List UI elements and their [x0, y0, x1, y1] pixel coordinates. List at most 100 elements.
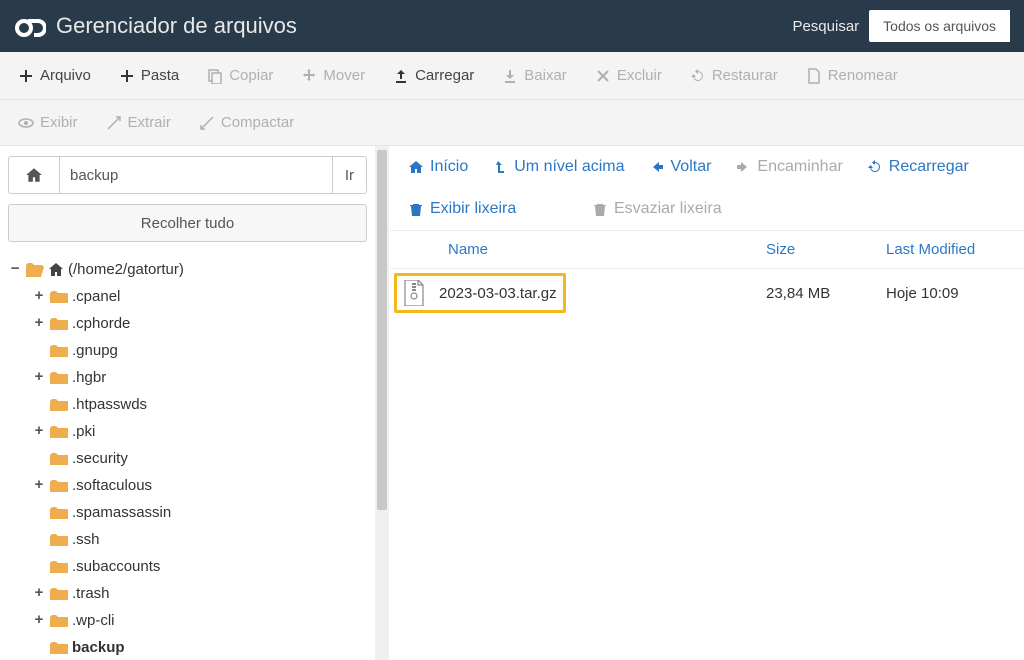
restore-button-label: Restaurar: [712, 67, 778, 84]
tree-item[interactable]: + .pki: [32, 418, 367, 445]
tree-item-label: .wp-cli: [72, 607, 115, 634]
home-icon-button[interactable]: [8, 156, 60, 194]
file-panel: Início Um nível acima Voltar Encaminhar …: [390, 146, 1024, 660]
expand-toggle[interactable]: +: [32, 418, 46, 445]
upload-button-label: Carregar: [415, 67, 474, 84]
download-button-label: Baixar: [524, 67, 567, 84]
tree-item[interactable]: +.cphorde: [32, 310, 367, 337]
home-icon: [408, 159, 424, 175]
delete-button-label: Excluir: [617, 67, 662, 84]
collapse-toggle[interactable]: −: [8, 256, 22, 283]
view-button: Exibir: [4, 104, 92, 141]
secondary-toolbar: Exibir Extrair Compactar: [0, 100, 1024, 146]
rename-button-label: Renomear: [828, 67, 898, 84]
empty-trash-label: Esvaziar lixeira: [614, 200, 722, 218]
delete-button: Excluir: [581, 54, 676, 97]
nav-forward-label: Encaminhar: [757, 158, 842, 176]
col-name[interactable]: Name: [448, 241, 766, 258]
reload-icon: [867, 159, 883, 175]
compress-button: Compactar: [185, 104, 308, 141]
tree-item-label: .pki: [72, 418, 95, 445]
nav-home-label: Início: [430, 158, 468, 176]
extract-icon: [106, 115, 122, 131]
view-button-label: Exibir: [40, 114, 78, 131]
tree-item[interactable]: +.hgbr: [32, 364, 367, 391]
tree-item[interactable]: .subaccounts: [32, 553, 367, 580]
folder-icon: [50, 371, 68, 385]
search-label: Pesquisar: [792, 18, 859, 35]
nav-up-label: Um nível acima: [514, 158, 624, 176]
folder-icon: [50, 398, 68, 412]
expand-toggle[interactable]: +: [32, 283, 46, 310]
expand-toggle[interactable]: +: [32, 310, 46, 337]
restore-icon: [690, 68, 706, 84]
nav-home-button[interactable]: Início: [408, 158, 468, 176]
trash-icon: [592, 201, 608, 217]
nav-reload-label: Recarregar: [889, 158, 969, 176]
file-button[interactable]: Arquivo: [4, 54, 105, 97]
col-modified[interactable]: Last Modified: [886, 241, 1006, 258]
col-size[interactable]: Size: [766, 241, 886, 258]
nav-back-button[interactable]: Voltar: [649, 158, 712, 176]
move-icon: [301, 68, 317, 84]
move-button: Mover: [287, 54, 379, 97]
path-input[interactable]: [60, 156, 333, 194]
collapse-all-button[interactable]: Recolher tudo: [8, 204, 367, 242]
folder-button[interactable]: Pasta: [105, 54, 193, 97]
folder-icon: [50, 560, 68, 574]
archive-file-icon: [403, 280, 425, 306]
expand-toggle[interactable]: +: [32, 364, 46, 391]
home-icon: [48, 263, 64, 277]
tree-root[interactable]: − (/home2/gatortur): [8, 256, 367, 283]
level-up-icon: [492, 159, 508, 175]
folder-icon: [50, 533, 68, 547]
extract-button-label: Extrair: [128, 114, 171, 131]
folder-icon: [50, 506, 68, 520]
scrollbar-thumb[interactable]: [377, 150, 387, 510]
tree-item[interactable]: +.softaculous: [32, 472, 367, 499]
tree-item-label: .gnupg: [72, 337, 118, 364]
tree-item-label: .trash: [72, 580, 110, 607]
rename-button: Renomear: [792, 54, 912, 97]
folder-icon: [50, 479, 68, 493]
root-label: (/home2/gatortur): [68, 256, 184, 283]
delete-icon: [595, 68, 611, 84]
nav-back-label: Voltar: [671, 158, 712, 176]
file-modified: Hoje 10:09: [886, 285, 1006, 302]
tree-item-label: .security: [72, 445, 128, 472]
plus-icon: [119, 68, 135, 84]
move-button-label: Mover: [323, 67, 365, 84]
expand-toggle[interactable]: +: [32, 607, 46, 634]
trash-icon: [408, 201, 424, 217]
folder-icon: [50, 344, 68, 358]
nav-up-button[interactable]: Um nível acima: [492, 158, 624, 176]
search-scope-select[interactable]: Todos os arquivos: [869, 10, 1010, 42]
tree-item[interactable]: .ssh: [32, 526, 367, 553]
main-toolbar: Arquivo Pasta Copiar Mover Carregar Baix…: [0, 52, 1024, 100]
tree-item[interactable]: +.cpanel: [32, 283, 367, 310]
upload-button[interactable]: Carregar: [379, 54, 488, 97]
nav-reload-button[interactable]: Recarregar: [867, 158, 969, 176]
tree-item[interactable]: + .wp-cli: [32, 607, 367, 634]
expand-toggle[interactable]: +: [32, 580, 46, 607]
table-row[interactable]: 2023-03-03.tar.gz 23,84 MB Hoje 10:09: [390, 269, 1024, 323]
empty-trash-button: Esvaziar lixeira: [592, 200, 722, 218]
expand-toggle[interactable]: +: [32, 472, 46, 499]
folder-icon: [50, 452, 68, 466]
tree-item-label: backup: [72, 634, 125, 660]
tree-item[interactable]: backup: [32, 634, 367, 660]
tree-item-label: .ssh: [72, 526, 100, 553]
tree-item[interactable]: .spamassassin: [32, 499, 367, 526]
tree-item[interactable]: + .trash: [32, 580, 367, 607]
table-header: Name Size Last Modified: [390, 231, 1024, 269]
folder-icon: [50, 641, 68, 655]
tree-item[interactable]: .security: [32, 445, 367, 472]
arrow-left-icon: [649, 159, 665, 175]
copy-button: Copiar: [193, 54, 287, 97]
tree-item[interactable]: .htpasswds: [32, 391, 367, 418]
selected-file[interactable]: 2023-03-03.tar.gz: [394, 273, 566, 313]
scrollbar[interactable]: [375, 146, 389, 660]
go-button[interactable]: Ir: [333, 156, 367, 194]
show-trash-button[interactable]: Exibir lixeira: [408, 200, 568, 218]
tree-item[interactable]: .gnupg: [32, 337, 367, 364]
